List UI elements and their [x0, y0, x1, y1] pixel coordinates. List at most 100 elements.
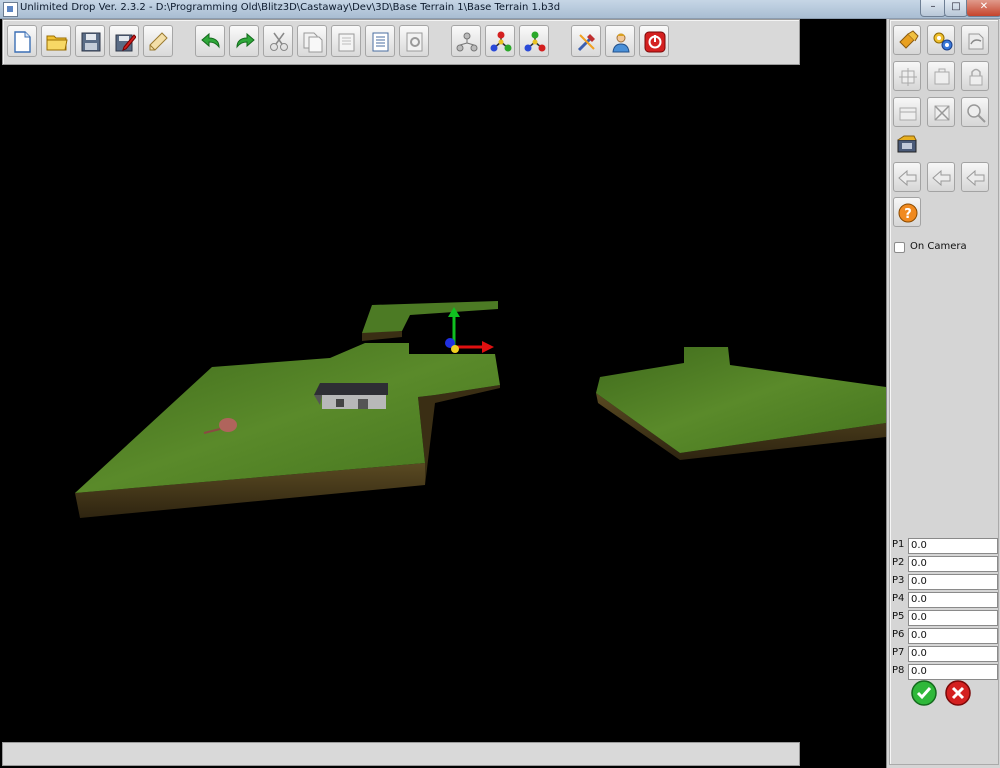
status-bar — [2, 742, 800, 766]
param-input[interactable]: 0.0 — [908, 574, 998, 590]
param-input[interactable]: 0.0 — [908, 592, 998, 608]
tools-icon — [577, 34, 595, 52]
floppy-disk-icon — [81, 32, 101, 52]
lock-object-icon — [969, 68, 983, 86]
pencil-note-icon — [149, 32, 168, 51]
svg-text:?: ? — [904, 207, 912, 222]
param-label: P1 — [892, 539, 905, 550]
rotate-object-button[interactable] — [961, 25, 989, 55]
molecule-colored-button[interactable] — [485, 25, 515, 57]
main-toolbar — [2, 19, 800, 65]
maximize-button[interactable]: □ — [944, 0, 968, 17]
group-object-icon — [899, 107, 917, 121]
arrow-left-icon — [966, 169, 985, 187]
close-button[interactable]: ✕ — [966, 0, 1000, 17]
rotate-object-icon — [968, 33, 984, 50]
on-camera-label: On Camera — [910, 241, 967, 252]
page-settings-icon — [406, 32, 423, 52]
hierarchy-icon — [456, 32, 478, 52]
paste-icon — [338, 33, 355, 52]
scale-object-button[interactable] — [927, 61, 955, 91]
camera-icon — [897, 135, 917, 153]
scale-object-icon — [934, 68, 950, 85]
house-model — [314, 383, 388, 409]
camera-button[interactable] — [893, 130, 921, 160]
help-button[interactable]: ? — [893, 197, 921, 227]
terrain-right — [596, 347, 886, 460]
param-label: P5 — [892, 611, 905, 622]
param-label: P4 — [892, 593, 905, 604]
group-object-button[interactable] — [893, 97, 921, 127]
param-label: P8 — [892, 665, 905, 676]
save-edit-icon — [115, 34, 136, 52]
save-as-button[interactable] — [109, 25, 139, 57]
open-folder-icon — [46, 35, 68, 51]
new-document-icon — [14, 31, 31, 53]
molecule-alt-icon — [524, 31, 546, 52]
gears-button[interactable] — [927, 25, 955, 55]
on-camera-checkbox[interactable] — [894, 242, 905, 253]
side-panel-inner: ? On Camera P1 0.0 P2 0.0 P3 0.0 P4 0.0 … — [889, 19, 999, 765]
arrow-left-button-2[interactable] — [927, 162, 955, 192]
arrow-left-button-3[interactable] — [961, 162, 989, 192]
document-list-icon — [372, 32, 389, 52]
properties-button[interactable] — [143, 25, 173, 57]
minimize-button[interactable]: – — [920, 0, 946, 17]
param-input[interactable]: 0.0 — [908, 628, 998, 644]
param-input[interactable]: 0.0 — [908, 646, 998, 662]
tools-button[interactable] — [571, 25, 601, 57]
param-label: P2 — [892, 557, 905, 568]
param-label: P3 — [892, 575, 905, 586]
settings-page-button[interactable] — [399, 25, 429, 57]
open-file-button[interactable] — [41, 25, 71, 57]
scissors-icon — [270, 32, 288, 51]
save-button[interactable] — [75, 25, 105, 57]
new-file-button[interactable] — [7, 25, 37, 57]
copy-button[interactable] — [297, 25, 327, 57]
user-button[interactable] — [605, 25, 635, 57]
param-label: P6 — [892, 629, 905, 640]
param-input[interactable]: 0.0 — [908, 538, 998, 554]
arrow-left-icon — [898, 169, 917, 187]
title-bar: Unlimited Drop Ver. 2.3.2 - D:\Programmi… — [0, 0, 1000, 19]
delete-object-icon — [934, 105, 950, 121]
3d-viewport[interactable] — [0, 65, 886, 741]
molecule-icon — [490, 31, 512, 52]
brush-icon — [899, 30, 919, 49]
checkmark-icon — [911, 680, 937, 706]
redo-arrow-icon — [236, 32, 255, 49]
move-object-button[interactable] — [893, 61, 921, 91]
cancel-button[interactable] — [944, 678, 972, 708]
param-input[interactable]: 0.0 — [908, 610, 998, 626]
param-label: P7 — [892, 647, 905, 658]
window-title: Unlimited Drop Ver. 2.3.2 - D:\Programmi… — [20, 2, 561, 13]
transform-gizmo[interactable] — [445, 307, 494, 353]
delete-object-button[interactable] — [927, 97, 955, 127]
question-icon: ? — [898, 203, 918, 223]
paste-button[interactable] — [331, 25, 361, 57]
arrow-left-icon — [932, 169, 951, 187]
brush-button[interactable] — [893, 25, 921, 55]
lock-object-button[interactable] — [961, 61, 989, 91]
undo-arrow-icon — [201, 32, 220, 49]
param-input[interactable]: 0.0 — [908, 556, 998, 572]
gears-icon — [933, 32, 953, 51]
apply-button[interactable] — [910, 678, 938, 708]
hierarchy-button[interactable] — [451, 25, 481, 57]
scene-canvas — [75, 301, 886, 518]
zoom-object-button[interactable] — [961, 97, 989, 127]
molecule-alt-button[interactable] — [519, 25, 549, 57]
cut-button[interactable] — [263, 25, 293, 57]
power-icon — [644, 31, 666, 53]
redo-button[interactable] — [229, 25, 259, 57]
close-icon — [945, 680, 971, 706]
terrain-left — [75, 301, 500, 518]
undo-button[interactable] — [195, 25, 225, 57]
user-icon — [612, 33, 630, 53]
document-list-button[interactable] — [365, 25, 395, 57]
app-icon — [3, 2, 18, 17]
zoom-object-icon — [967, 104, 986, 123]
arrow-left-button-1[interactable] — [893, 162, 921, 192]
power-button[interactable] — [639, 25, 669, 57]
copy-icon — [303, 32, 323, 53]
